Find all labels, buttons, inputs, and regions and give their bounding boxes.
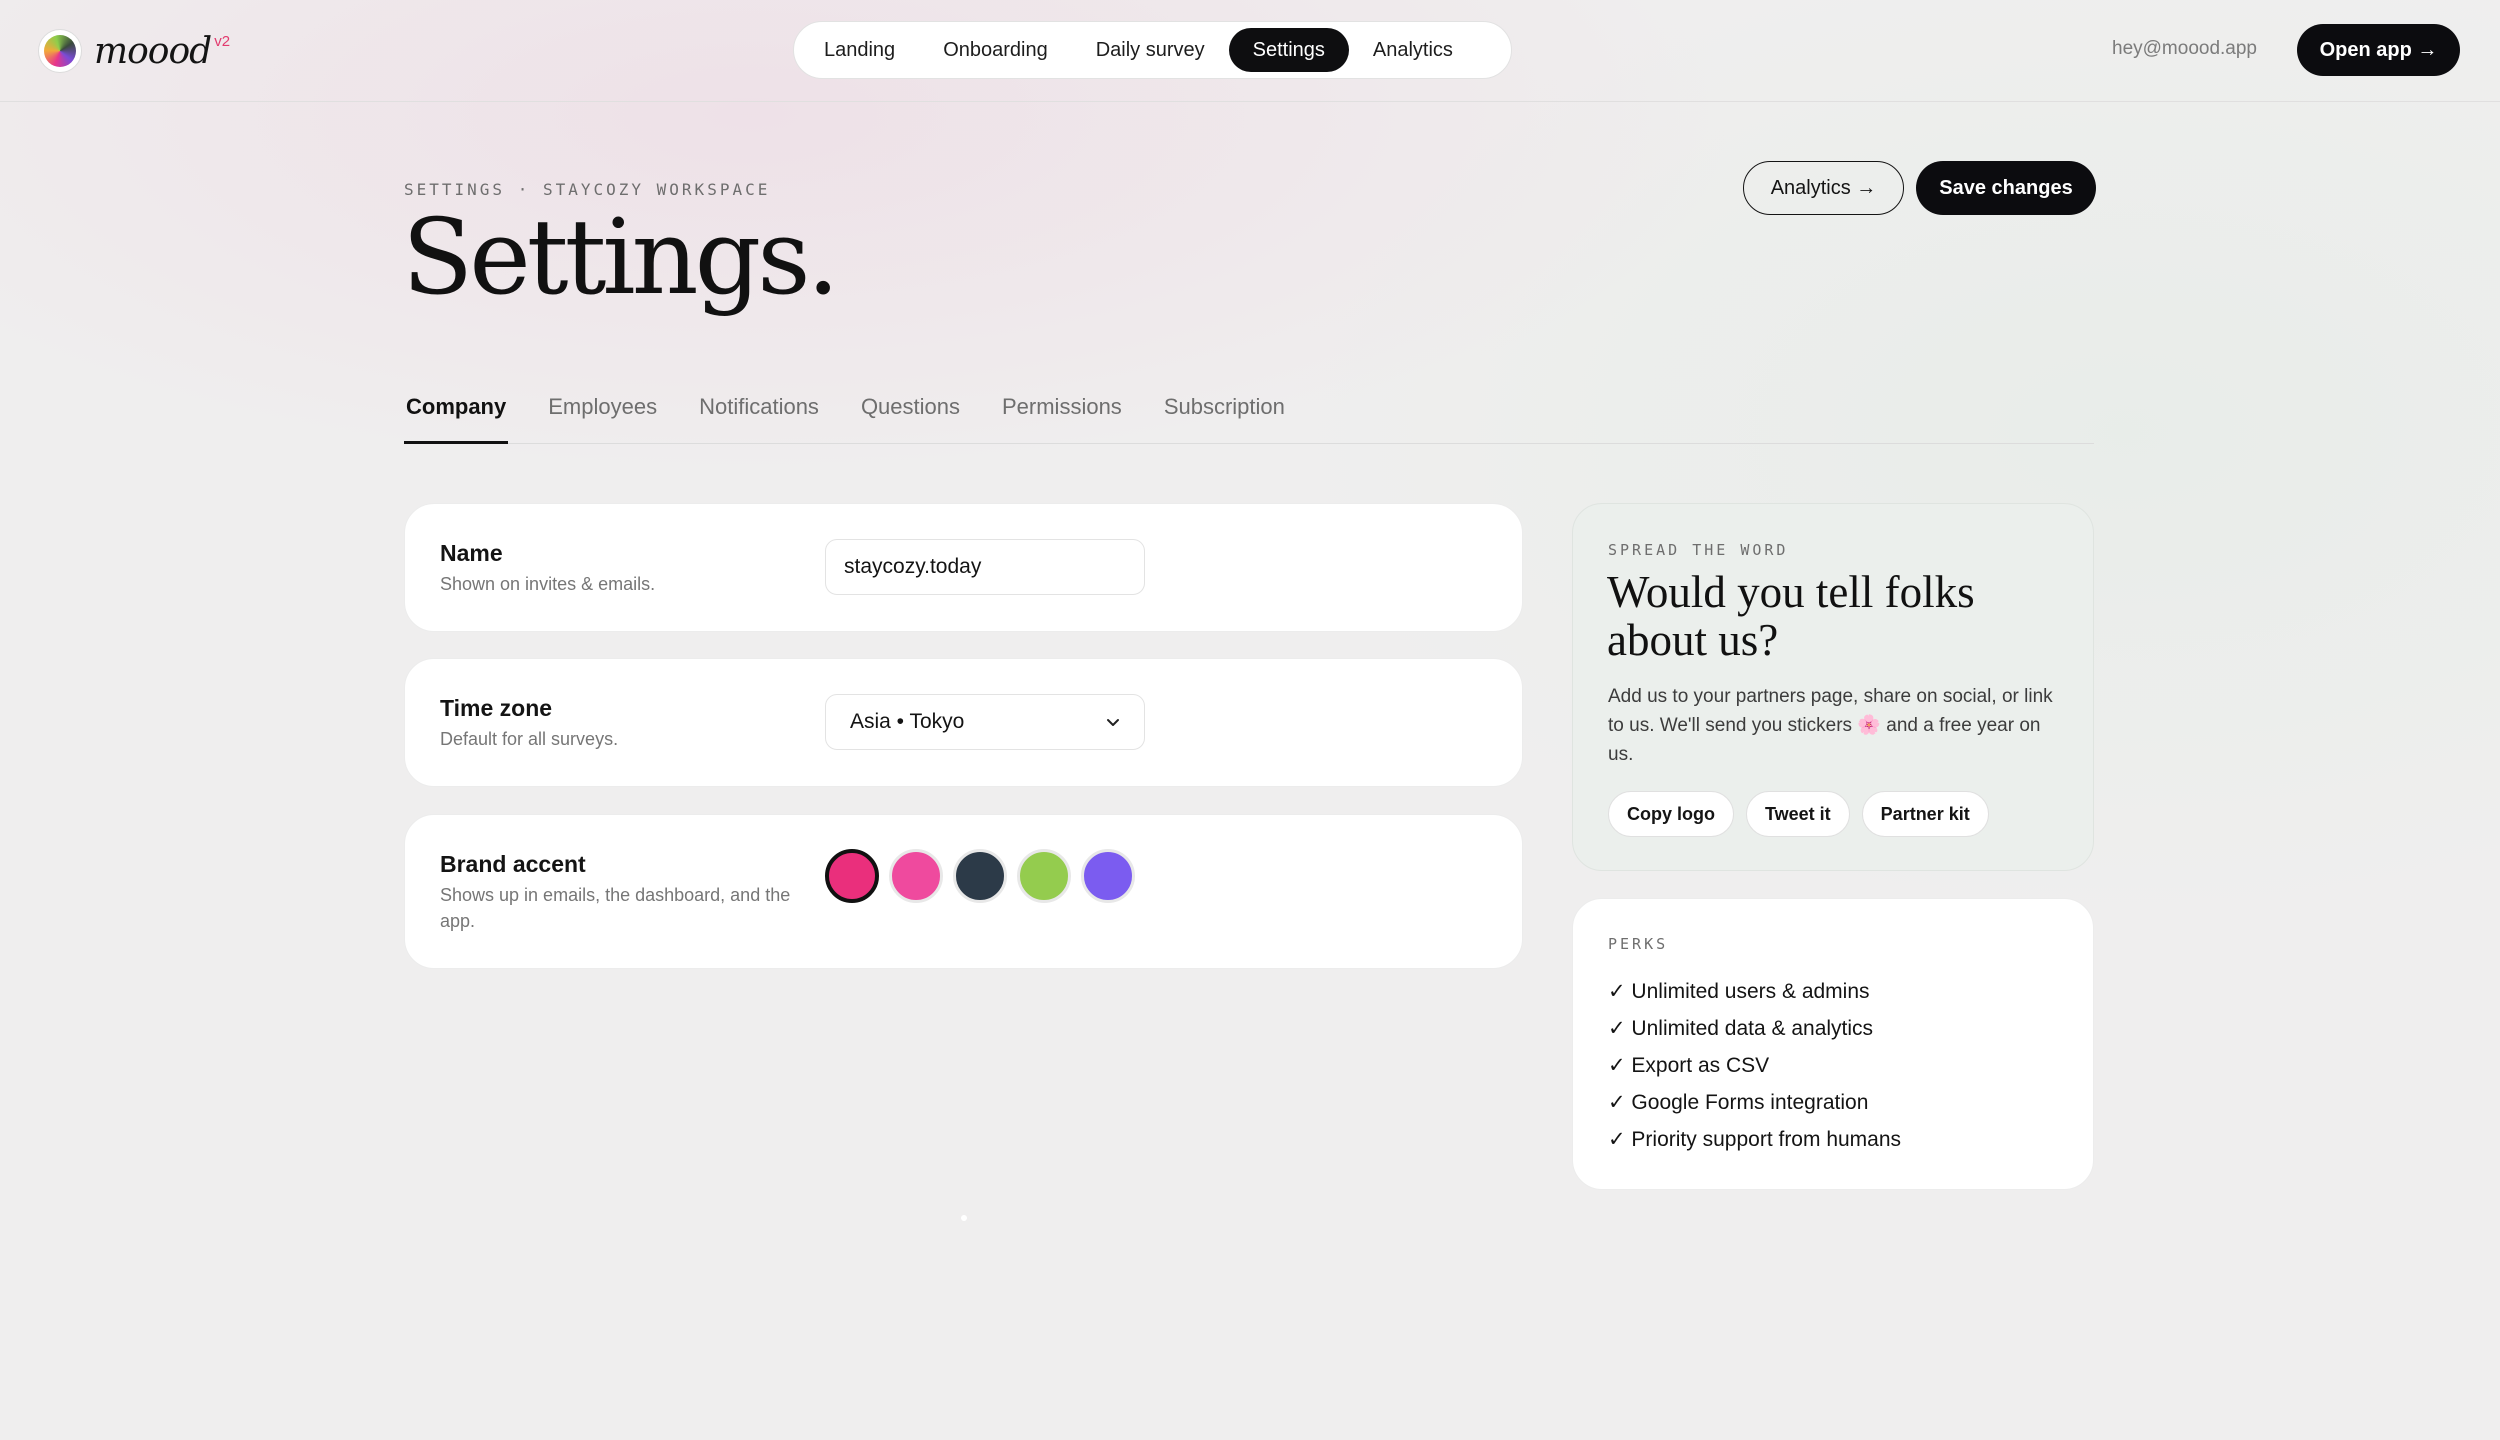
name-description: Shown on invites & emails. (440, 574, 656, 594)
color-swatch[interactable] (889, 849, 943, 903)
name-label: Name (440, 540, 503, 566)
partner-kit-button[interactable]: Partner kit (1861, 791, 1989, 837)
name-setting-card: Name Shown on invites & emails. staycozy… (404, 503, 1523, 632)
tweet-it-button[interactable]: Tweet it (1746, 791, 1850, 837)
color-swatch[interactable] (1017, 849, 1071, 903)
tab-permissions[interactable]: Permissions (1000, 380, 1124, 444)
timezone-description: Default for all surveys. (440, 729, 619, 749)
tab-notifications[interactable]: Notifications (697, 380, 821, 444)
perk-item: ✓ Export as CSV (1608, 1054, 1770, 1077)
tab-questions[interactable]: Questions (859, 380, 962, 444)
top-bar: moood v2 Landing Onboarding Daily survey… (0, 0, 2500, 102)
nav-item-onboarding[interactable]: Onboarding (919, 28, 1072, 72)
nav-item-analytics[interactable]: Analytics (1349, 28, 1477, 72)
brand[interactable]: moood v2 (38, 29, 230, 73)
spread-kicker: SPREAD THE WORD (1608, 541, 1789, 559)
timezone-label: Time zone (440, 695, 553, 721)
timezone-value: Asia • Tokyo (850, 710, 965, 733)
main-nav: Landing Onboarding Daily survey Settings… (793, 21, 1512, 79)
color-swatch[interactable] (953, 849, 1007, 903)
save-changes-button[interactable]: Save changes (1916, 161, 2096, 215)
copy-logo-button[interactable]: Copy logo (1608, 791, 1734, 837)
color-swatches (825, 849, 1145, 903)
perk-item: ✓ Priority support from humans (1608, 1128, 1902, 1151)
contact-email[interactable]: hey@moood.app (2112, 38, 2257, 60)
color-swatch[interactable] (1081, 849, 1135, 903)
nav-item-daily-survey[interactable]: Daily survey (1072, 28, 1229, 72)
spread-actions: Copy logo Tweet it Partner kit (1608, 791, 2001, 837)
brand-name: moood (94, 31, 212, 72)
timezone-setting-card: Time zone Default for all surveys. Asia … (404, 658, 1523, 787)
perks-kicker: PERKS (1608, 935, 1669, 953)
chevron-down-icon (1107, 719, 1119, 726)
brand-accent-description: Shows up in emails, the dashboard, and t… (440, 885, 791, 931)
perk-item: ✓ Google Forms integration (1608, 1091, 1869, 1114)
perks-list: ✓ Unlimited users & admins ✓ Unlimited d… (1608, 973, 1901, 1158)
spread-title: Would you tell folks about us? (1607, 567, 1975, 665)
spread-body: Add us to your partners page, share on s… (1608, 686, 2053, 765)
tab-employees[interactable]: Employees (546, 380, 659, 444)
brand-accent-setting-card: Brand accent Shows up in emails, the das… (404, 814, 1523, 969)
timezone-select[interactable]: Asia • Tokyo (825, 694, 1145, 750)
nav-item-settings[interactable]: Settings (1228, 28, 1349, 72)
nav-item-landing[interactable]: Landing (800, 28, 919, 72)
perks-card: PERKS ✓ Unlimited users & admins ✓ Unlim… (1572, 898, 2094, 1190)
settings-tabs: Company Employees Notifications Question… (404, 380, 2094, 444)
tab-subscription[interactable]: Subscription (1162, 380, 1287, 444)
open-app-button[interactable]: Open app → (2297, 24, 2460, 76)
perk-item: ✓ Unlimited data & analytics (1608, 1017, 1874, 1040)
brand-version: v2 (214, 33, 231, 50)
perk-item: ✓ Unlimited users & admins (1608, 980, 1870, 1003)
spread-the-word-card: SPREAD THE WORD Would you tell folks abo… (1572, 503, 2094, 871)
name-input[interactable]: staycozy.today (825, 539, 1145, 595)
brand-accent-label: Brand accent (440, 851, 586, 877)
analytics-button[interactable]: Analytics → (1743, 161, 1904, 215)
color-swatch[interactable] (825, 849, 879, 903)
decorative-dot (961, 1215, 967, 1221)
tab-company[interactable]: Company (404, 380, 509, 444)
logo-icon (38, 29, 82, 73)
page-title: Settings. (402, 196, 840, 318)
